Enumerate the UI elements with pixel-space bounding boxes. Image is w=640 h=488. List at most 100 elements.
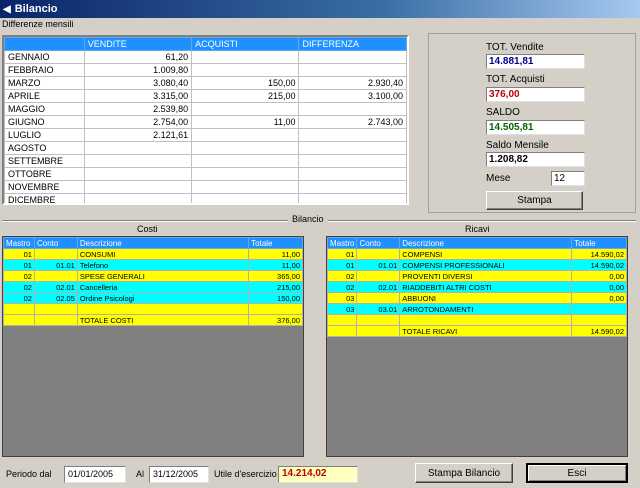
ricavi-mastro-cell[interactable]: [327, 314, 358, 326]
month-row[interactable]: AGOSTO: [4, 141, 407, 155]
ricavi-mastro-cell[interactable]: 03: [327, 292, 358, 304]
month-row[interactable]: GENNAIO 61,20: [4, 50, 407, 64]
esci-button[interactable]: Esci: [526, 463, 628, 483]
costi-conto-cell[interactable]: 01.01: [33, 259, 78, 271]
month-name-cell[interactable]: AGOSTO: [4, 141, 85, 155]
ricavi-row[interactable]: TOTALE RICAVI 14.590,02: [327, 325, 627, 337]
month-row[interactable]: OTTOBRE: [4, 167, 407, 181]
ricavi-row[interactable]: 02 PROVENTI DIVERSI 0,00: [327, 270, 627, 282]
ricavi-desc-cell[interactable]: TOTALE RICAVI: [399, 325, 573, 337]
ricavi-grid[interactable]: Mastro Conto Descrizione Totale 01 COMPEN…: [326, 236, 628, 457]
ricavi-totale-cell[interactable]: 0,00: [571, 292, 627, 304]
month-value-cell[interactable]: [191, 141, 300, 155]
costi-desc-cell[interactable]: Ordine Psicologi: [76, 292, 250, 304]
month-value-cell[interactable]: [298, 141, 407, 155]
utile-field[interactable]: 14.214,02: [278, 466, 358, 483]
month-value-cell[interactable]: [83, 141, 193, 155]
costi-conto-cell[interactable]: [33, 303, 78, 315]
ricavi-col-conto[interactable]: Conto: [356, 237, 401, 249]
costi-conto-cell[interactable]: [33, 270, 78, 282]
ricavi-col-totale[interactable]: Totale: [571, 237, 627, 249]
costi-desc-cell[interactable]: [76, 303, 250, 315]
ricavi-totale-cell[interactable]: 14.590,02: [571, 248, 627, 260]
costi-col-mastro[interactable]: Mastro: [3, 237, 35, 249]
periodo-al-field[interactable]: 31/12/2005: [149, 466, 209, 483]
month-value-cell[interactable]: [191, 154, 300, 168]
month-value-cell[interactable]: [83, 154, 193, 168]
month-value-cell[interactable]: [191, 193, 300, 203]
ricavi-totale-cell[interactable]: [571, 314, 627, 326]
costi-col-totale[interactable]: Totale: [248, 237, 303, 249]
ricavi-desc-cell[interactable]: ABBUONI: [399, 292, 573, 304]
stampa-button[interactable]: Stampa: [486, 191, 583, 210]
month-value-cell[interactable]: [191, 128, 300, 142]
ricavi-desc-cell[interactable]: ARROTONDAMENTI: [399, 303, 573, 315]
month-value-cell[interactable]: 2.743,00: [298, 115, 407, 129]
ricavi-conto-cell[interactable]: 01.01: [356, 259, 401, 271]
saldo-mensile-field[interactable]: 1.208,82: [486, 152, 585, 167]
month-value-cell[interactable]: [83, 167, 193, 181]
saldo-field[interactable]: 14.505,81: [486, 120, 585, 135]
ricavi-mastro-cell[interactable]: 02: [327, 270, 358, 282]
month-value-cell[interactable]: [298, 128, 407, 142]
month-value-cell[interactable]: [191, 63, 300, 77]
ricavi-desc-cell[interactable]: COMPENSI PROFESSIONALI: [399, 259, 573, 271]
costi-desc-cell[interactable]: CONSUMI: [76, 248, 250, 260]
costi-desc-cell[interactable]: Cancelleria: [76, 281, 250, 293]
month-row[interactable]: LUGLIO 2.121,61: [4, 128, 407, 142]
month-value-cell[interactable]: [191, 102, 300, 116]
month-value-cell[interactable]: [83, 193, 193, 203]
ricavi-col-descrizione[interactable]: Descrizione: [399, 237, 573, 249]
ricavi-row[interactable]: [327, 314, 627, 326]
month-row[interactable]: MARZO 3.080,40 150,00 2.930,40: [4, 76, 407, 90]
month-row[interactable]: DICEMBRE: [4, 193, 407, 203]
month-value-cell[interactable]: 11,00: [191, 115, 300, 129]
ricavi-row[interactable]: 02 02.01 RIADDEBITI ALTRI COSTI 0,00: [327, 281, 627, 293]
month-name-cell[interactable]: MARZO: [4, 76, 85, 90]
costi-mastro-cell[interactable]: 01: [3, 259, 35, 271]
month-value-cell[interactable]: 2.930,40: [298, 76, 407, 90]
ricavi-totale-cell[interactable]: 0,00: [571, 281, 627, 293]
costi-row[interactable]: 01 01.01 Telefono 11,00: [3, 259, 303, 271]
month-value-cell[interactable]: 3.315,00: [83, 89, 193, 103]
costi-row[interactable]: 02 02.05 Ordine Psicologi 150,00: [3, 292, 303, 304]
month-row[interactable]: GIUGNO 2.754,00 11,00 2.743,00: [4, 115, 407, 129]
month-value-cell[interactable]: 150,00: [191, 76, 300, 90]
ricavi-conto-cell[interactable]: 03.01: [356, 303, 401, 315]
ricavi-row[interactable]: 03 ABBUONI 0,00: [327, 292, 627, 304]
month-row[interactable]: SETTEMBRE: [4, 154, 407, 168]
month-name-cell[interactable]: NOVEMBRE: [4, 180, 85, 194]
monthly-grid[interactable]: VENDITE ACQUISTI DIFFERENZA GENNAIO 61,20…: [2, 35, 409, 205]
month-name-cell[interactable]: GIUGNO: [4, 115, 85, 129]
month-name-cell[interactable]: DICEMBRE: [4, 193, 85, 203]
costi-conto-cell[interactable]: 02.01: [33, 281, 78, 293]
month-value-cell[interactable]: [298, 167, 407, 181]
month-value-cell[interactable]: [191, 50, 300, 64]
month-name-cell[interactable]: MAGGIO: [4, 102, 85, 116]
month-name-cell[interactable]: OTTOBRE: [4, 167, 85, 181]
costi-row[interactable]: [3, 303, 303, 315]
month-name-cell[interactable]: GENNAIO: [4, 50, 85, 64]
costi-row[interactable]: TOTALE COSTI 376,00: [3, 314, 303, 326]
costi-row[interactable]: 02 02.01 Cancelleria 215,00: [3, 281, 303, 293]
month-row[interactable]: FEBBRAIO 1.009,80: [4, 63, 407, 77]
ricavi-mastro-cell[interactable]: [327, 325, 358, 337]
ricavi-conto-cell[interactable]: [356, 292, 401, 304]
month-name-cell[interactable]: APRILE: [4, 89, 85, 103]
month-value-cell[interactable]: [298, 63, 407, 77]
month-value-cell[interactable]: [191, 167, 300, 181]
ricavi-conto-cell[interactable]: 02.01: [356, 281, 401, 293]
costi-mastro-cell[interactable]: 02: [3, 270, 35, 282]
costi-totale-cell[interactable]: 376,00: [248, 314, 303, 326]
month-value-cell[interactable]: 215,00: [191, 89, 300, 103]
costi-row[interactable]: 02 SPESE GENERALI 365,00: [3, 270, 303, 282]
month-value-cell[interactable]: 2.539,80: [83, 102, 193, 116]
ricavi-row[interactable]: 03 03.01 ARROTONDAMENTI: [327, 303, 627, 315]
col-acquisti[interactable]: ACQUISTI: [191, 37, 300, 51]
ricavi-mastro-cell[interactable]: 03: [327, 303, 358, 315]
costi-totale-cell[interactable]: 150,00: [248, 292, 303, 304]
month-value-cell[interactable]: 3.080,40: [83, 76, 193, 90]
costi-mastro-cell[interactable]: 01: [3, 248, 35, 260]
costi-mastro-cell[interactable]: 02: [3, 281, 35, 293]
month-value-cell[interactable]: 1.009,80: [83, 63, 193, 77]
